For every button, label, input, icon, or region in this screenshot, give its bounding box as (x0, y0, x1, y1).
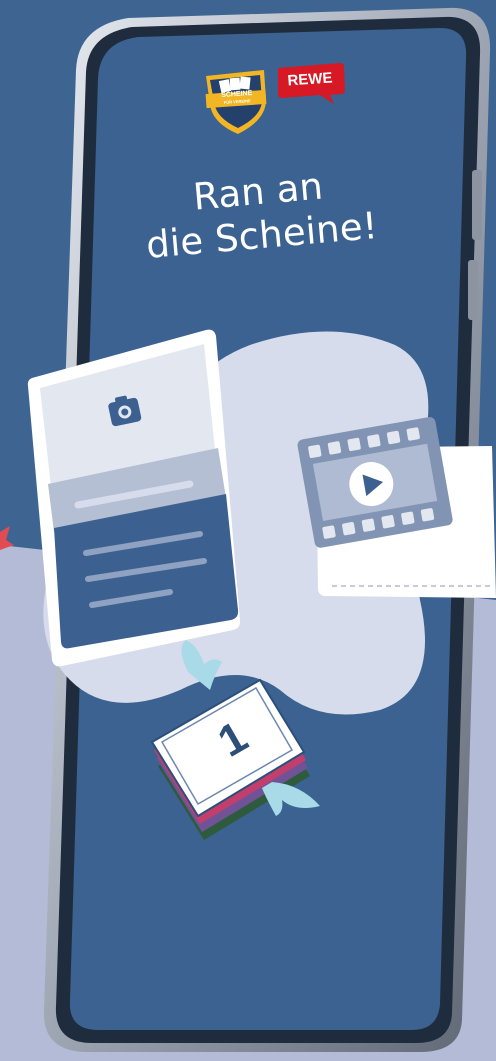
form-card-illustration (27, 329, 241, 667)
smartphone-illustration: 1 (27, 7, 496, 1053)
